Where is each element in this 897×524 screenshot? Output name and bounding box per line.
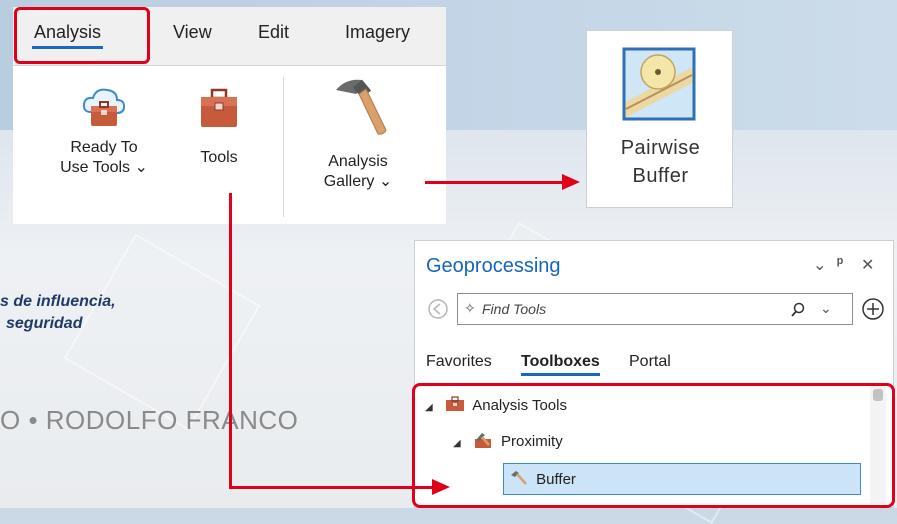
find-tools-search[interactable]: ✧ Find Tools ⌄: [457, 293, 853, 325]
tab-favorites[interactable]: Favorites: [426, 353, 492, 371]
analysis-gallery-label-1: Analysis: [328, 153, 388, 170]
pairwise-buffer-tile[interactable]: Pairwise Buffer: [586, 30, 733, 208]
pairwise-label-1: Pairwise: [620, 137, 701, 159]
ready-to-use-label-1: Ready To: [70, 139, 138, 156]
search-options-chevron-icon[interactable]: ⌄: [820, 300, 832, 317]
author-footer: O • RODOLFO FRANCO: [0, 405, 299, 435]
pane-options-chevron-icon[interactable]: ⌄: [813, 255, 826, 275]
tab-imagery[interactable]: Imagery: [345, 22, 410, 43]
analysis-gallery-label-2: Gallery ⌄: [323, 173, 393, 190]
connector-line: [229, 193, 232, 489]
analysis-gallery-button[interactable]: Analysis Gallery ⌄: [298, 72, 418, 192]
pane-title: Geoprocessing: [426, 255, 561, 277]
tab-edit[interactable]: Edit: [258, 22, 289, 43]
back-arrow-icon[interactable]: [427, 298, 449, 320]
pairwise-buffer-icon: [622, 47, 696, 121]
connector-line: [425, 181, 565, 184]
connector-line: [229, 486, 435, 489]
hammer-icon: [336, 79, 387, 135]
arrowhead-icon: [432, 479, 450, 495]
tools-button[interactable]: Tools: [183, 82, 255, 168]
search-placeholder: Find Tools: [482, 301, 547, 317]
add-icon[interactable]: [861, 297, 885, 321]
close-icon[interactable]: ✕: [861, 255, 874, 275]
toolboxes-tree-highlight: [412, 383, 895, 508]
tab-view[interactable]: View: [173, 22, 212, 43]
analysis-tab-highlight: [14, 7, 150, 64]
pin-icon[interactable]: ᵖ: [837, 255, 843, 273]
search-icon[interactable]: [790, 302, 806, 318]
tab-toolboxes[interactable]: Toolboxes: [521, 353, 600, 376]
sparkle-icon: ✧: [464, 300, 476, 316]
ready-to-use-tools-button[interactable]: Ready To Use Tools ⌄: [49, 82, 159, 178]
pairwise-label-2: Buffer: [632, 165, 689, 187]
toolbox-icon: [201, 88, 237, 127]
slide-body-text-2: seguridad: [6, 315, 83, 332]
slide-body-text-1: s de influencia,: [0, 293, 116, 310]
cloud-toolbox-icon: [82, 88, 126, 126]
tools-label: Tools: [200, 149, 238, 166]
ready-to-use-label-2: Use Tools ⌄: [60, 159, 148, 176]
tab-portal[interactable]: Portal: [629, 353, 671, 371]
ribbon-group-separator: [283, 77, 284, 217]
arrowhead-icon: [562, 174, 580, 190]
